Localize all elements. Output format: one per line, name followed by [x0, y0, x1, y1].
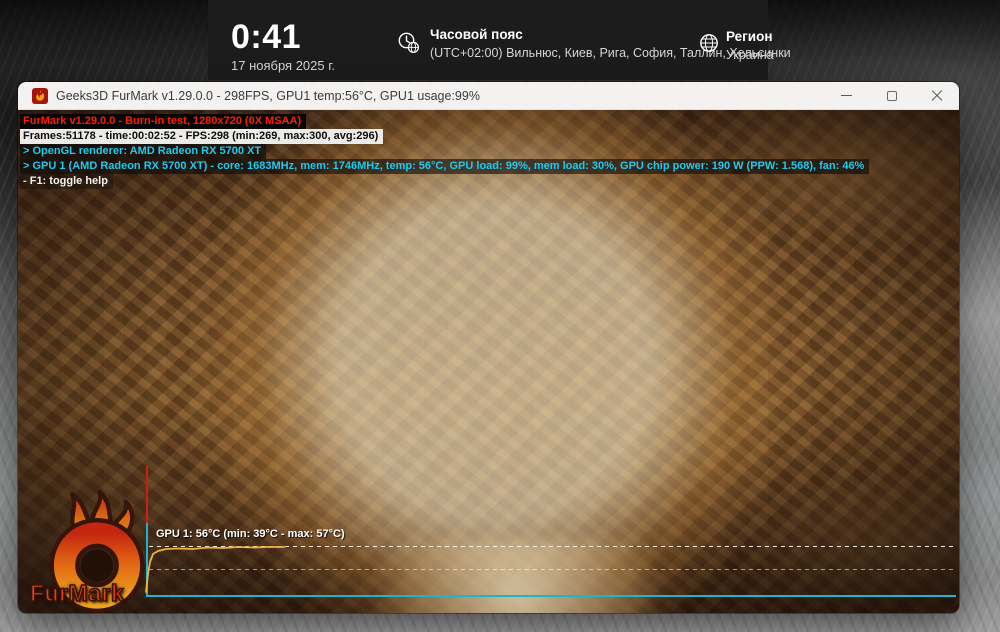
clock-date: 17 ноября 2025 г. [231, 58, 335, 73]
osd-renderer-line: > OpenGL renderer: AMD Radeon RX 5700 XT [20, 144, 267, 159]
region-title: Регион [726, 29, 773, 44]
fur-eye-tail [378, 540, 658, 613]
minimize-button[interactable] [824, 82, 869, 109]
gpu-temp-curve [145, 546, 285, 593]
region-value: Украина [726, 48, 774, 62]
osd-overlay: FurMark v1.29.0.0 - Burn-in test, 1280x7… [20, 114, 870, 189]
globe-icon [700, 34, 718, 52]
region-section: Регион Украина [726, 29, 774, 62]
window-title: Geeks3D FurMark v1.29.0.0 - 298FPS, GPU1… [56, 88, 480, 103]
window-controls [824, 82, 959, 109]
osd-burnin-line: FurMark v1.29.0.0 - Burn-in test, 1280x7… [20, 114, 307, 129]
titlebar[interactable]: Geeks3D FurMark v1.29.0.0 - 298FPS, GPU1… [18, 82, 959, 110]
maximize-icon [886, 90, 897, 101]
furmark-logo-text: FurMark [29, 579, 125, 607]
gpu-temp-label: GPU 1: 56°C (min: 39°C - max: 57°C) [156, 528, 345, 540]
render-canvas: FurMark v1.29.0.0 - Burn-in test, 1280x7… [18, 110, 959, 613]
datetime-info-bar: 0:41 17 ноября 2025 г. Часовой пояс (UTC… [208, 0, 791, 80]
clock-time: 0:41 [231, 18, 302, 56]
furmark-window: Geeks3D FurMark v1.29.0.0 - 298FPS, GPU1… [18, 82, 959, 613]
maximize-button[interactable] [869, 82, 914, 109]
osd-frames-line: Frames:51178 - time:00:02:52 - FPS:298 (… [20, 129, 384, 144]
osd-help-line: - F1: toggle help [20, 174, 113, 189]
osd-gpu-line: > GPU 1 (AMD Radeon RX 5700 XT) - core: … [20, 159, 870, 174]
desktop-wallpaper: 0:41 17 ноября 2025 г. Часовой пояс (UTC… [0, 0, 1000, 632]
close-icon [931, 90, 943, 102]
minimize-icon [841, 95, 852, 96]
clock-globe-icon [398, 32, 419, 53]
furmark-app-icon [32, 87, 48, 104]
close-button[interactable] [914, 82, 959, 109]
